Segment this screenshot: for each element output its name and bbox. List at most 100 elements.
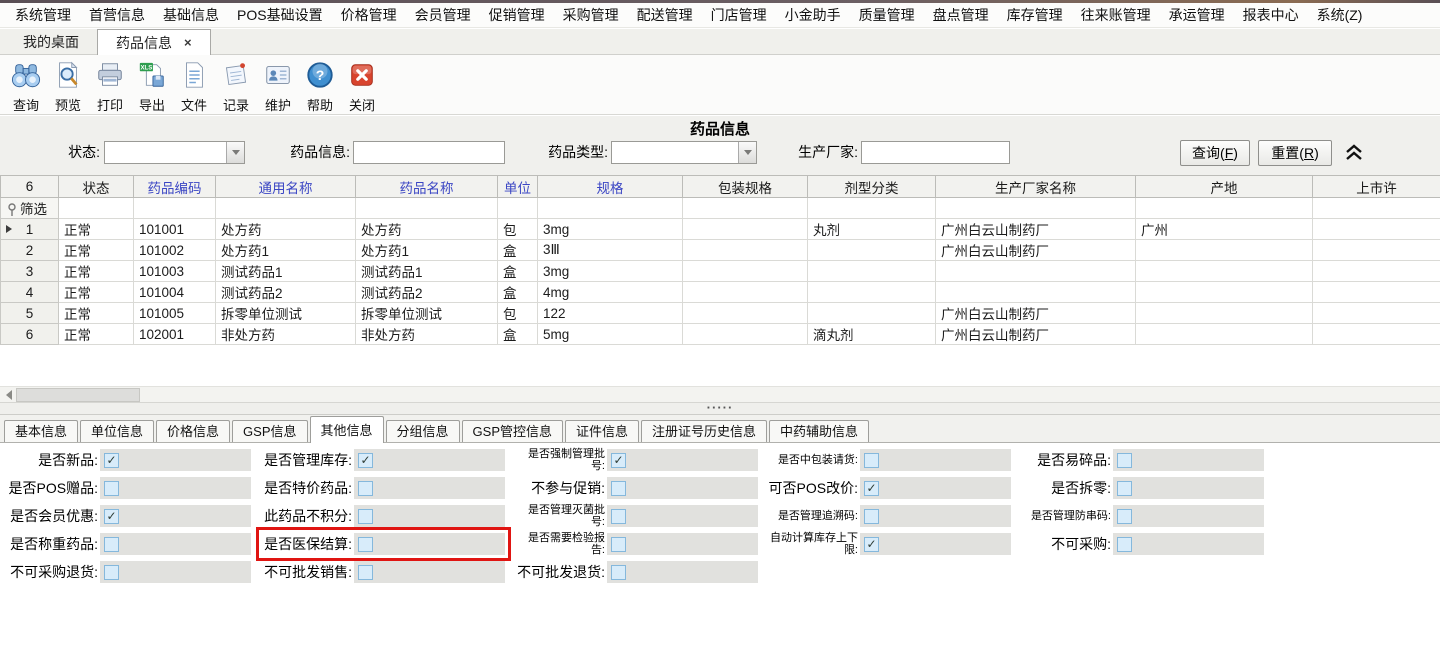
menu-item-8[interactable]: 配送管理 <box>628 5 702 25</box>
cell-spec[interactable]: 3mg <box>538 219 683 240</box>
tab-reg-no-history[interactable]: 注册证号历史信息 <box>641 420 767 442</box>
cell-manufacturer[interactable]: 广州白云山制药厂 <box>936 303 1136 324</box>
cell-dosage-form[interactable] <box>808 282 936 303</box>
cell-pack-spec[interactable] <box>683 240 808 261</box>
cell-code[interactable]: 101002 <box>134 240 216 261</box>
chevron-down-icon[interactable] <box>738 142 756 163</box>
cell-dosage-form[interactable] <box>808 303 936 324</box>
close-tab-icon[interactable]: × <box>184 36 192 49</box>
status-select[interactable] <box>104 141 245 164</box>
manage-stock-checkbox[interactable]: ✓ <box>358 453 373 468</box>
medical-insurance-checkbox[interactable] <box>358 537 373 552</box>
cell-unit[interactable]: 盒 <box>498 282 538 303</box>
filter-cell-dosage-form[interactable] <box>808 198 936 219</box>
row-number[interactable]: 1 <box>1 219 59 240</box>
tab-price-info[interactable]: 价格信息 <box>156 420 230 442</box>
cell-spec[interactable]: 4mg <box>538 282 683 303</box>
manage-sterile-batch-checkbox[interactable] <box>611 509 626 524</box>
cell-generic-name[interactable]: 非处方药 <box>216 324 356 345</box>
cell-origin[interactable] <box>1136 261 1313 282</box>
menu-item-1[interactable]: 首营信息 <box>80 5 154 25</box>
no-wholesale-return-checkbox[interactable] <box>611 565 626 580</box>
drug-type-select[interactable] <box>611 141 757 164</box>
is-split-checkbox[interactable] <box>1117 481 1132 496</box>
need-inspection-report-checkbox[interactable] <box>611 537 626 552</box>
menu-item-13[interactable]: 库存管理 <box>998 5 1072 25</box>
cell-market-holder[interactable] <box>1313 324 1440 345</box>
col-header-generic-name[interactable]: 通用名称 <box>216 176 356 198</box>
cell-manufacturer[interactable]: 广州白云山制药厂 <box>936 240 1136 261</box>
cell-drug-name[interactable]: 测试药品1 <box>356 261 498 282</box>
col-header-status[interactable]: 状态 <box>59 176 134 198</box>
is-fragile-checkbox[interactable] <box>1117 453 1132 468</box>
toolbar-button-close[interactable]: 关闭 <box>341 55 383 114</box>
cell-manufacturer[interactable] <box>936 282 1136 303</box>
toolbar-button-preview[interactable]: 预览 <box>47 55 89 114</box>
cell-market-holder[interactable] <box>1313 240 1440 261</box>
cell-unit[interactable]: 盒 <box>498 261 538 282</box>
toolbar-button-print[interactable]: 打印 <box>89 55 131 114</box>
cell-drug-name[interactable]: 非处方药 <box>356 324 498 345</box>
menu-item-14[interactable]: 往来账管理 <box>1072 5 1160 25</box>
cell-generic-name[interactable]: 测试药品2 <box>216 282 356 303</box>
menu-item-0[interactable]: 系统管理 <box>6 5 80 25</box>
col-header-origin[interactable]: 产地 <box>1136 176 1313 198</box>
cell-status[interactable]: 正常 <box>59 240 134 261</box>
menu-item-7[interactable]: 采购管理 <box>554 5 628 25</box>
table-row[interactable]: 6正常102001非处方药非处方药盒5mg滴丸剂广州白云山制药厂 <box>1 324 1440 345</box>
manage-trace-code-checkbox[interactable] <box>864 509 879 524</box>
tab-group-info[interactable]: 分组信息 <box>386 420 460 442</box>
manufacturer-input[interactable] <box>861 141 1010 164</box>
cell-market-holder[interactable] <box>1313 261 1440 282</box>
filter-cell-code[interactable] <box>134 198 216 219</box>
filter-cell-unit[interactable] <box>498 198 538 219</box>
cell-spec[interactable]: 122 <box>538 303 683 324</box>
cell-origin[interactable] <box>1136 324 1313 345</box>
col-header-unit[interactable]: 单位 <box>498 176 538 198</box>
cell-code[interactable]: 101003 <box>134 261 216 282</box>
tab-basic-info[interactable]: 基本信息 <box>4 420 78 442</box>
filter-cell-origin[interactable] <box>1136 198 1313 219</box>
cell-drug-name[interactable]: 测试药品2 <box>356 282 498 303</box>
cell-generic-name[interactable]: 处方药1 <box>216 240 356 261</box>
cell-dosage-form[interactable]: 滴丸剂 <box>808 324 936 345</box>
cell-generic-name[interactable]: 测试药品1 <box>216 261 356 282</box>
toolbar-button-search[interactable]: 查询 <box>5 55 47 114</box>
auto-calc-stock-limit-checkbox[interactable]: ✓ <box>864 537 879 552</box>
table-row[interactable]: 4正常101004测试药品2测试药品2盒4mg <box>1 282 1440 303</box>
drug-info-input[interactable] <box>353 141 505 164</box>
cell-pack-spec[interactable] <box>683 324 808 345</box>
filter-cell-spec[interactable] <box>538 198 683 219</box>
cell-pack-spec[interactable] <box>683 219 808 240</box>
force-batch-no-checkbox[interactable]: ✓ <box>611 453 626 468</box>
cell-origin[interactable] <box>1136 282 1313 303</box>
filter-cell-status[interactable] <box>59 198 134 219</box>
cell-origin[interactable] <box>1136 303 1313 324</box>
menu-item-11[interactable]: 质量管理 <box>850 5 924 25</box>
splitter-handle[interactable]: ····· <box>0 402 1440 415</box>
no-purchase-return-checkbox[interactable] <box>104 565 119 580</box>
tab-gsp-control-info[interactable]: GSP管控信息 <box>462 420 563 442</box>
menu-item-6[interactable]: 促销管理 <box>480 5 554 25</box>
no-points-checkbox[interactable] <box>358 509 373 524</box>
is-member-discount-checkbox[interactable]: ✓ <box>104 509 119 524</box>
filter-cell-market-holder[interactable] <box>1313 198 1440 219</box>
grid-filter-row[interactable]: 筛选 <box>1 198 1440 219</box>
cell-pack-spec[interactable] <box>683 261 808 282</box>
cell-dosage-form[interactable] <box>808 240 936 261</box>
cell-spec[interactable]: 3Ⅲ <box>538 240 683 261</box>
cell-drug-name[interactable]: 处方药1 <box>356 240 498 261</box>
cell-drug-name[interactable]: 处方药 <box>356 219 498 240</box>
cell-generic-name[interactable]: 拆零单位测试 <box>216 303 356 324</box>
row-number[interactable]: 6 <box>1 324 59 345</box>
pos-price-change-checkbox[interactable]: ✓ <box>864 481 879 496</box>
col-header-manufacturer[interactable]: 生产厂家名称 <box>936 176 1136 198</box>
cell-unit[interactable]: 盒 <box>498 324 538 345</box>
tab-my-desktop[interactable]: 我的桌面 <box>5 29 97 54</box>
toolbar-button-export[interactable]: XLS导出 <box>131 55 173 114</box>
reset-button[interactable]: 重置(R) <box>1258 140 1332 166</box>
cell-manufacturer[interactable]: 广州白云山制药厂 <box>936 324 1136 345</box>
cell-code[interactable]: 101005 <box>134 303 216 324</box>
cell-code[interactable]: 101004 <box>134 282 216 303</box>
row-number[interactable]: 3 <box>1 261 59 282</box>
